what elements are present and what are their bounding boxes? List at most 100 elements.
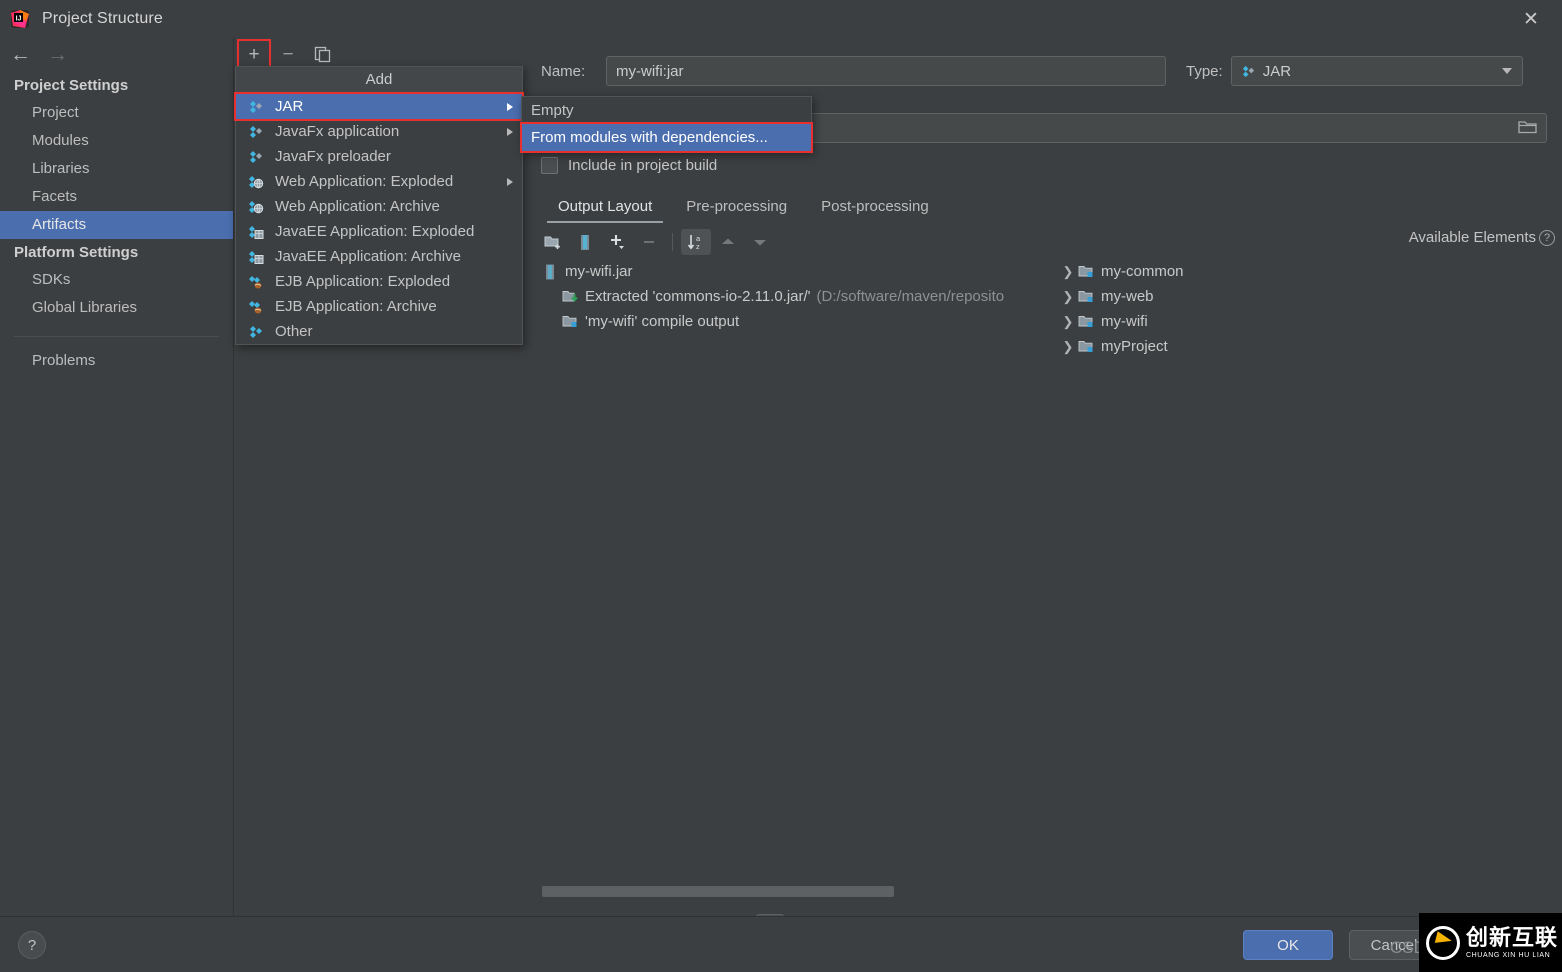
folder-icon[interactable] — [1518, 119, 1537, 138]
menu-item-label: JavaEE Application: Exploded — [275, 223, 475, 240]
sidebar-item-global-libraries[interactable]: Global Libraries — [0, 294, 233, 322]
chevron-right-icon[interactable]: ❯ — [1060, 339, 1076, 355]
artifact-type-select[interactable]: JAR — [1230, 56, 1523, 86]
question-mark-icon[interactable]: ? — [1539, 229, 1555, 246]
add-artifact-button[interactable]: + — [237, 39, 271, 69]
remove-artifact-button[interactable]: − — [273, 41, 303, 67]
available-element-my-common[interactable]: ❯ my-common — [1044, 259, 1560, 284]
submenu-item-from-modules-with-dependencies[interactable]: From modules with dependencies... — [520, 122, 813, 153]
sidebar-divider — [14, 336, 219, 337]
module-folder-icon — [1076, 314, 1096, 329]
artifact-details-panel: Name: my-wifi:jar Type: JAR ject\out\art… — [524, 37, 1562, 940]
tab-pre-processing[interactable]: Pre-processing — [669, 194, 804, 223]
menu-item-jar[interactable]: JAR — [234, 92, 524, 121]
menu-item-web-application-exploded[interactable]: Web Application: Exploded — [236, 169, 522, 194]
menu-item-ejb-application-archive[interactable]: EJB Application: Archive — [236, 294, 522, 319]
horizontal-scrollbar-thumb[interactable] — [542, 886, 894, 897]
tree-row-my-wifi-jar[interactable]: my-wifi.jar — [526, 259, 1042, 284]
sidebar-item-project[interactable]: Project — [0, 99, 233, 127]
sidebar-item-facets[interactable]: Facets — [0, 183, 233, 211]
add-copy-icon[interactable] — [602, 229, 632, 255]
artifact-javafx-icon — [248, 124, 268, 140]
available-element-label: my-common — [1101, 263, 1184, 280]
menu-item-javafx-preloader[interactable]: JavaFx preloader — [236, 144, 522, 169]
tab-output-layout[interactable]: Output Layout — [541, 194, 669, 223]
sidebar-item-modules[interactable]: Modules — [0, 127, 233, 155]
artifact-other-icon — [248, 324, 268, 340]
available-element-label: my-web — [1101, 288, 1154, 305]
close-icon[interactable]: ✕ — [1512, 6, 1550, 32]
tree-row-label: Extracted 'commons-io-2.11.0.jar/' — [585, 288, 811, 305]
menu-item-other[interactable]: Other — [236, 319, 522, 344]
watermark-text: 创新互联 CHUANG XIN HU LIAN — [1466, 926, 1558, 959]
artifact-ejb-icon — [248, 299, 268, 315]
artifact-web-icon — [248, 174, 268, 190]
jar-submenu: Empty From modules with dependencies... — [520, 96, 813, 153]
available-element-my-wifi[interactable]: ❯ my-wifi — [1044, 309, 1560, 334]
tree-row-path: (D:/software/maven/reposito — [816, 288, 1005, 305]
menu-item-label: Web Application: Archive — [275, 198, 440, 215]
sidebar-group-project-settings: Project Settings — [14, 77, 129, 94]
sort-alphabetically-icon[interactable]: a z — [681, 229, 711, 255]
menu-item-javafx-application[interactable]: JavaFx application — [236, 119, 522, 144]
name-label: Name: — [541, 62, 586, 80]
add-artifact-menu: Add JAR JavaFx application JavaFx preloa… — [234, 66, 524, 345]
ok-button[interactable]: OK — [1243, 930, 1333, 960]
available-element-my-web[interactable]: ❯ my-web — [1044, 284, 1560, 309]
menu-item-javaee-application-exploded[interactable]: JavaEE Application: Exploded — [236, 219, 522, 244]
artifact-name-input[interactable]: my-wifi:jar — [606, 56, 1166, 86]
toolbar-separator — [672, 233, 673, 251]
arrow-left-icon[interactable]: ← — [10, 44, 31, 65]
nav-arrows: ← → — [0, 37, 233, 72]
intellij-idea-icon: IJ — [10, 9, 30, 29]
artifact-ejb-icon — [248, 274, 268, 290]
output-layout-tree: my-wifi.jar Extracted 'commons-io-2.11.0… — [526, 259, 1042, 855]
chevron-right-icon — [507, 177, 513, 186]
copy-icon[interactable] — [307, 41, 337, 67]
sidebar-item-sdks[interactable]: SDKs — [0, 266, 233, 294]
svg-text:IJ: IJ — [16, 15, 22, 22]
menu-item-javaee-application-archive[interactable]: JavaEE Application: Archive — [236, 244, 522, 269]
add-menu-title: Add — [236, 67, 522, 94]
svg-text:z: z — [696, 242, 700, 251]
tree-row-my-wifi-compile-output[interactable]: 'my-wifi' compile output — [526, 309, 1042, 334]
artifact-jar-icon — [248, 99, 268, 115]
module-folder-icon — [560, 314, 580, 329]
add-directory-icon[interactable] — [538, 229, 568, 255]
sidebar-item-artifacts[interactable]: Artifacts — [0, 211, 233, 239]
move-down-icon[interactable] — [745, 229, 775, 255]
move-up-icon[interactable] — [713, 229, 743, 255]
tree-row-extracted-commons-io[interactable]: Extracted 'commons-io-2.11.0.jar/' (D:/s… — [526, 284, 1042, 309]
sidebar-item-libraries[interactable]: Libraries — [0, 155, 233, 183]
available-element-myproject[interactable]: ❯ myProject — [1044, 334, 1560, 359]
arrow-right-icon[interactable]: → — [47, 44, 68, 65]
chevron-down-icon — [1501, 68, 1512, 74]
available-elements-label: Available Elements — [1408, 229, 1536, 246]
module-folder-icon — [1076, 264, 1096, 279]
include-in-project-build-checkbox[interactable] — [541, 157, 558, 174]
archive-icon — [540, 264, 560, 280]
help-button[interactable]: ? — [18, 931, 46, 959]
output-layout-toolbar: a z — [538, 227, 1548, 257]
artifact-javafx-icon — [248, 149, 268, 165]
name-row: Name: my-wifi:jar Type: JAR — [524, 55, 1562, 87]
submenu-item-empty[interactable]: Empty — [522, 97, 811, 124]
menu-item-label: Web Application: Exploded — [275, 173, 454, 190]
chevron-right-icon[interactable]: ❯ — [1060, 264, 1076, 280]
project-structure-dialog: IJ Project Structure ✕ ← → Project Setti… — [0, 0, 1562, 972]
chevron-right-icon[interactable]: ❯ — [1060, 289, 1076, 305]
chuangxinhulian-watermark: 创新互联 CHUANG XIN HU LIAN — [1419, 913, 1562, 972]
add-archive-icon[interactable] — [570, 229, 600, 255]
sidebar-item-problems[interactable]: Problems — [0, 347, 233, 375]
include-in-project-build-row[interactable]: Include in project build — [541, 157, 717, 174]
menu-item-ejb-application-exploded[interactable]: EJB Application: Exploded — [236, 269, 522, 294]
artifact-web-icon — [248, 199, 268, 215]
type-label: Type: — [1186, 62, 1223, 80]
tab-post-processing[interactable]: Post-processing — [804, 194, 946, 223]
menu-item-web-application-archive[interactable]: Web Application: Archive — [236, 194, 522, 219]
menu-item-label: JavaFx application — [275, 123, 400, 140]
menu-item-label: EJB Application: Archive — [275, 298, 437, 315]
chevron-right-icon[interactable]: ❯ — [1060, 314, 1076, 330]
artifact-javaee-icon — [248, 224, 268, 240]
remove-icon[interactable] — [634, 229, 664, 255]
